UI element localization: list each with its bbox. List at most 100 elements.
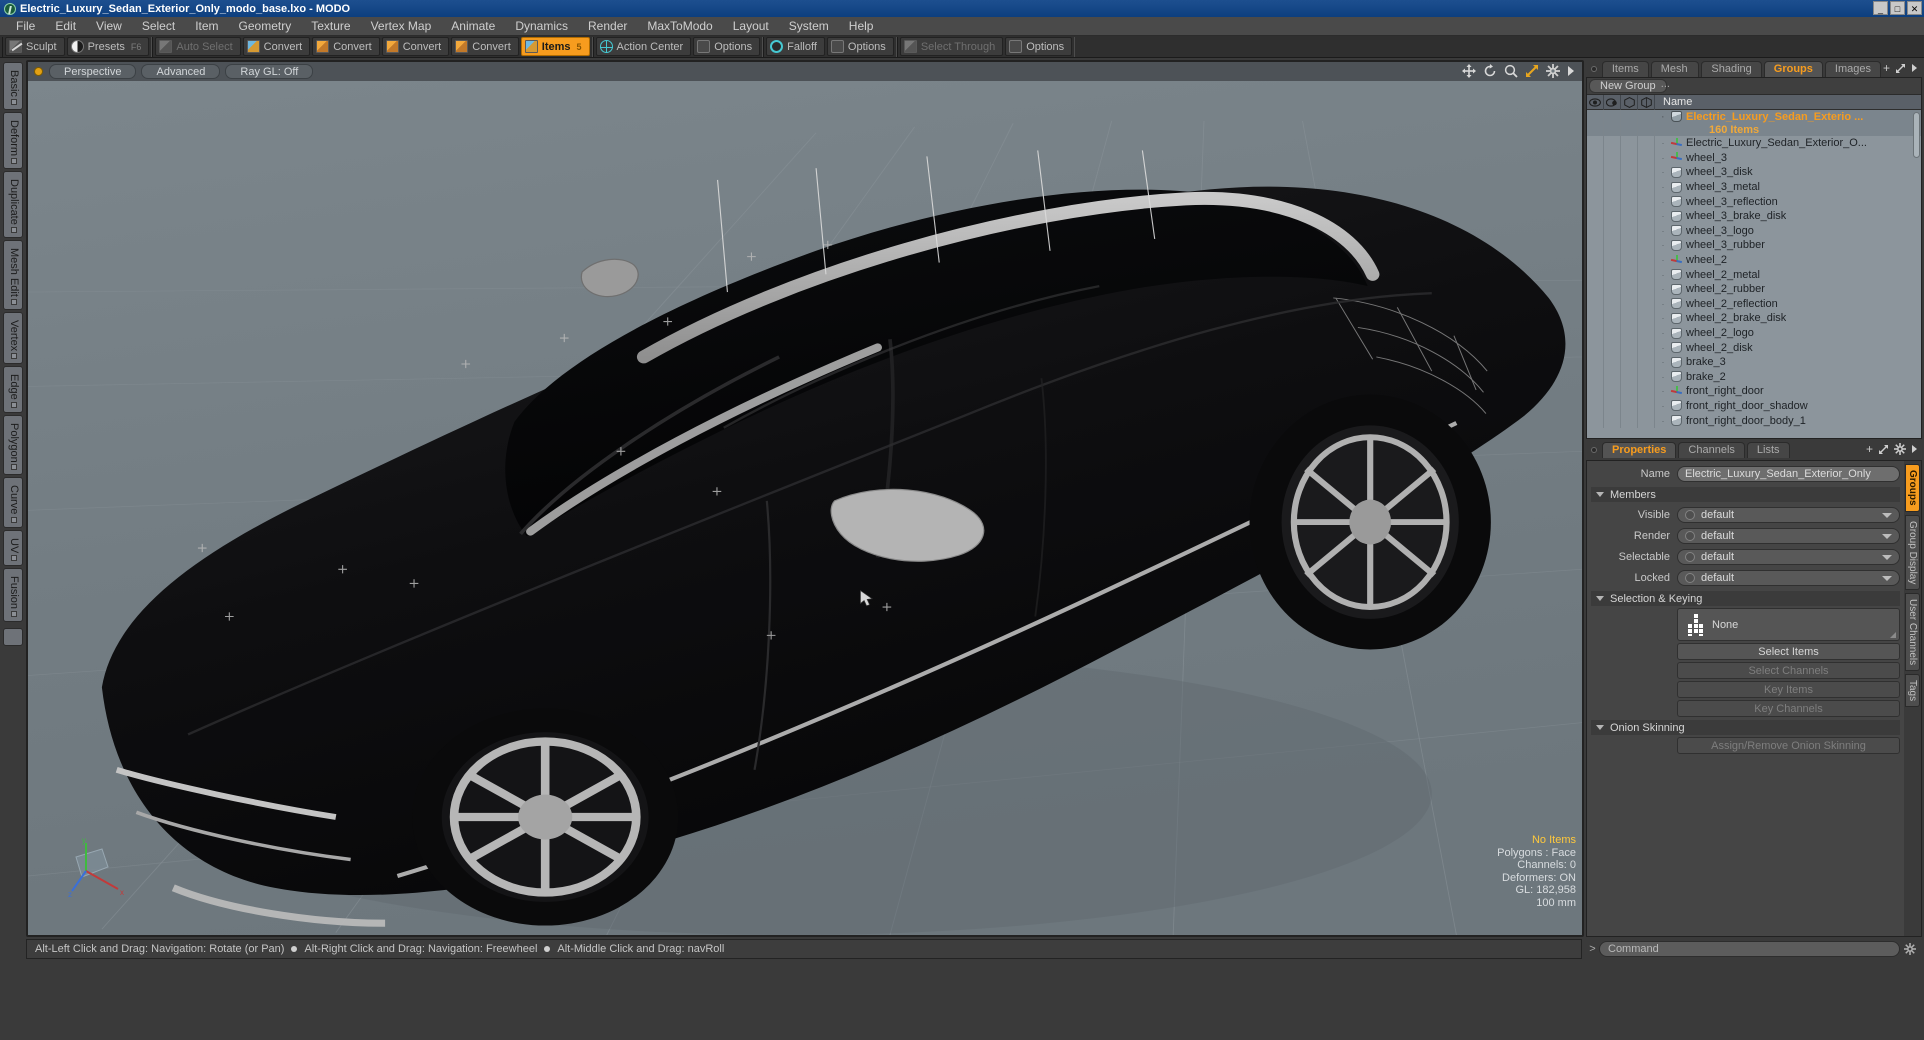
tree-expander[interactable]: ·: [1655, 284, 1671, 294]
tree-gutter-cell[interactable]: [1604, 165, 1621, 180]
toolbar-button-items[interactable]: Items 5: [520, 37, 590, 56]
tree-expander[interactable]: ·: [1655, 270, 1671, 280]
left-tab-duplicate[interactable]: Duplicate: [3, 170, 23, 238]
tree-gutter-cell[interactable]: [1638, 110, 1655, 123]
zoom-icon[interactable]: [1504, 64, 1518, 78]
tree-gutter-cell[interactable]: [1621, 325, 1638, 341]
tree-gutter-cell[interactable]: [1604, 238, 1621, 253]
tree-gutter-cell[interactable]: [1621, 340, 1638, 355]
left-tab-basic[interactable]: Basic: [3, 62, 23, 110]
ghost-icon[interactable]: [1638, 94, 1655, 110]
tree-gutter-cell[interactable]: [1587, 179, 1604, 195]
tree-row[interactable]: · wheel_3_brake_disk: [1587, 208, 1921, 224]
tree-gutter-cell[interactable]: [1587, 208, 1604, 224]
tree-gutter-cell[interactable]: [1604, 369, 1621, 385]
panel-tab-shading[interactable]: Shading: [1701, 61, 1762, 77]
tree-gutter-cell[interactable]: [1638, 369, 1655, 385]
tree-gutter-cell[interactable]: [1587, 123, 1604, 136]
tree-row[interactable]: · brake_3: [1587, 354, 1921, 370]
tree-expander[interactable]: ·: [1655, 313, 1671, 323]
tree-row[interactable]: · wheel_3_rubber: [1587, 238, 1921, 253]
viewport-icon-bar[interactable]: [1462, 64, 1576, 78]
property-toggle-dot[interactable]: [1685, 530, 1695, 541]
tree-gutter-cell[interactable]: [1604, 398, 1621, 414]
tree-gutter-cell[interactable]: [1638, 223, 1655, 239]
tree-gutter-cell[interactable]: [1604, 325, 1621, 341]
properties-expand-icon[interactable]: [1878, 444, 1889, 455]
tree-gutter-cell[interactable]: [1621, 354, 1638, 370]
tree-gutter-cell[interactable]: [1604, 311, 1621, 326]
tree-gutter-cell[interactable]: [1621, 123, 1638, 136]
tree-gutter-cell[interactable]: [1604, 252, 1621, 268]
disclosure-triangle-icon[interactable]: [1596, 596, 1604, 601]
group-row[interactable]: · Electric_Luxury_Sedan_Exterio ...: [1587, 110, 1921, 123]
tree-gutter-cell[interactable]: [1604, 281, 1621, 297]
tree-gutter-cell[interactable]: [1638, 150, 1655, 166]
tree-expander[interactable]: ·: [1655, 401, 1671, 411]
tree-expander[interactable]: ·: [1655, 299, 1671, 309]
tree-scrollbar[interactable]: [1913, 112, 1920, 158]
tree-gutter-cell[interactable]: [1587, 150, 1604, 166]
button-select-items[interactable]: Select Items: [1677, 643, 1900, 660]
properties-side-tab-user-channels[interactable]: User Channels: [1905, 592, 1920, 672]
toolbar-button-action-center[interactable]: Action Center: [595, 37, 692, 56]
tree-gutter-cell[interactable]: [1604, 123, 1621, 136]
tree-row[interactable]: · wheel_2_metal: [1587, 267, 1921, 282]
tree-row[interactable]: · wheel_3_reflection: [1587, 194, 1921, 209]
property-dropdown-visible[interactable]: default: [1677, 506, 1900, 523]
tree-gutter-cell[interactable]: [1587, 110, 1604, 123]
property-dropdown-locked[interactable]: default: [1677, 569, 1900, 586]
toolbar-button-falloff[interactable]: Falloff: [766, 37, 825, 56]
tree-row[interactable]: · wheel_3_metal: [1587, 179, 1921, 195]
tree-gutter-cell[interactable]: [1638, 194, 1655, 209]
tree-row[interactable]: · Electric_Luxury_Sedan_Exterior_O...: [1587, 136, 1921, 151]
tree-gutter-cell[interactable]: [1587, 296, 1604, 312]
tree-gutter-cell[interactable]: [1587, 340, 1604, 355]
section-header-onion-skinning[interactable]: Onion Skinning: [1591, 720, 1900, 735]
toolbar-button-presets[interactable]: Presets F6: [66, 37, 150, 56]
left-tab-mesh-edit[interactable]: Mesh Edit: [3, 239, 23, 310]
chevron-down-icon[interactable]: [1882, 575, 1892, 581]
tree-expander[interactable]: ·: [1655, 226, 1671, 236]
tree-expander[interactable]: ·: [1655, 112, 1671, 122]
eye-icon[interactable]: [1587, 94, 1604, 110]
property-toggle-dot[interactable]: [1685, 509, 1695, 520]
properties-tab-lists[interactable]: Lists: [1746, 442, 1790, 458]
tree-row[interactable]: · front_right_door: [1587, 384, 1921, 399]
toolbar-button-convert[interactable]: Convert: [312, 37, 380, 56]
tree-expander[interactable]: ·: [1655, 138, 1671, 148]
tree-gutter-cell[interactable]: [1604, 223, 1621, 239]
toolbar-button-auto-select[interactable]: Auto Select: [155, 37, 241, 56]
tree-gutter-cell[interactable]: [1587, 252, 1604, 268]
maximize-button[interactable]: □: [1890, 1, 1905, 15]
properties-menu-dot[interactable]: [1591, 447, 1597, 453]
menu-item-dynamics[interactable]: Dynamics: [505, 17, 578, 36]
toolbar-button-convert[interactable]: Convert: [242, 37, 311, 56]
tree-gutter-cell[interactable]: [1621, 398, 1638, 414]
properties-side-tab-group-display[interactable]: Group Display: [1905, 514, 1920, 590]
menu-item-render[interactable]: Render: [578, 17, 637, 36]
panel-chevron-right-icon[interactable]: [1911, 63, 1919, 73]
tree-gutter-cell[interactable]: [1587, 238, 1604, 253]
panel-menu-dot[interactable]: [1591, 66, 1597, 72]
tree-gutter-cell[interactable]: [1621, 194, 1638, 209]
tree-expander[interactable]: ·: [1655, 328, 1671, 338]
menu-item-vertex-map[interactable]: Vertex Map: [361, 17, 442, 36]
tree-gutter-cell[interactable]: [1621, 223, 1638, 239]
tree-gutter-cell[interactable]: [1638, 179, 1655, 195]
command-gear-icon[interactable]: [1900, 943, 1920, 955]
tree-expander[interactable]: ·: [1655, 357, 1671, 367]
move-icon[interactable]: [1462, 64, 1476, 78]
tree-gutter-cell[interactable]: [1587, 194, 1604, 209]
tree-gutter-cell[interactable]: [1587, 267, 1604, 282]
left-toolbox-extra-tab[interactable]: [3, 628, 23, 647]
tree-row[interactable]: · wheel_2_disk: [1587, 340, 1921, 355]
tree-gutter-cell[interactable]: [1638, 281, 1655, 297]
tree-expander[interactable]: ·: [1655, 211, 1671, 221]
tree-gutter-cell[interactable]: [1587, 369, 1604, 385]
tree-row[interactable]: · wheel_2_rubber: [1587, 281, 1921, 297]
tree-gutter-cell[interactable]: [1621, 384, 1638, 399]
viewport-menu-dot[interactable]: [34, 67, 43, 76]
tree-gutter-cell[interactable]: [1587, 413, 1604, 428]
left-tab-curve[interactable]: Curve: [3, 477, 23, 528]
